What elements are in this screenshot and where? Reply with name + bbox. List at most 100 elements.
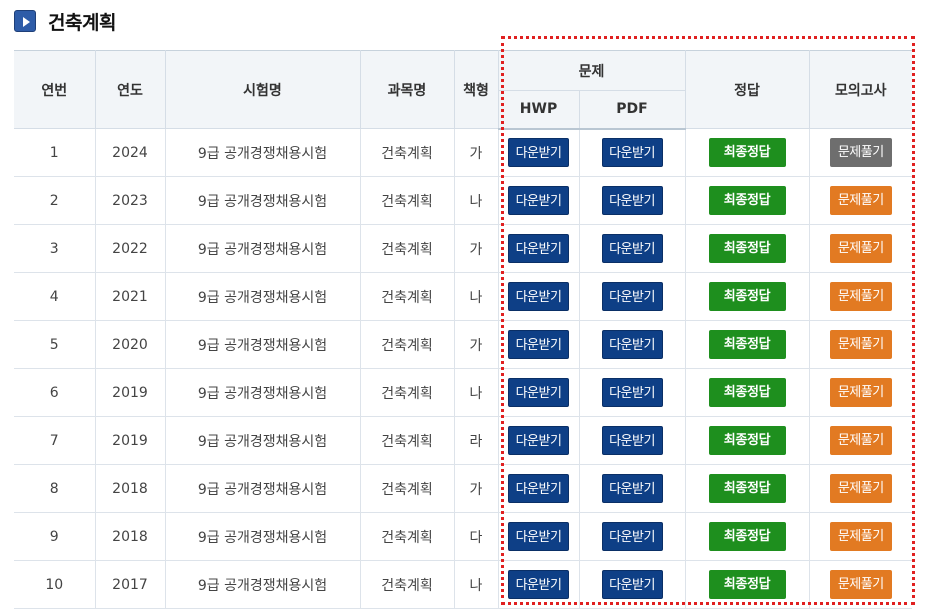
cell-pdf: 다운받기 bbox=[578, 128, 686, 177]
cell-booklet: 나 bbox=[453, 560, 498, 609]
cell-pdf: 다운받기 bbox=[578, 272, 686, 321]
hwp-download-button[interactable]: 다운받기 bbox=[508, 474, 569, 503]
cell-pdf: 다운받기 bbox=[578, 512, 686, 561]
cell-subject: 건축계획 bbox=[359, 512, 454, 561]
header-mock: 모의고사 bbox=[808, 50, 913, 129]
cell-no: 9 bbox=[14, 512, 95, 561]
final-answer-button[interactable]: 최종정답 bbox=[708, 522, 786, 551]
cell-mock: 문제풀기 bbox=[808, 176, 913, 225]
cell-no: 6 bbox=[14, 368, 95, 417]
hwp-download-button[interactable]: 다운받기 bbox=[508, 378, 569, 407]
cell-subject: 건축계획 bbox=[359, 128, 454, 177]
cell-no: 8 bbox=[14, 464, 95, 513]
solve-problem-button[interactable]: 문제풀기 bbox=[829, 378, 892, 407]
cell-mock: 문제풀기 bbox=[808, 416, 913, 465]
pdf-download-button[interactable]: 다운받기 bbox=[601, 426, 663, 455]
header-exam: 시험명 bbox=[164, 50, 361, 129]
solve-problem-button[interactable]: 문제풀기 bbox=[829, 426, 892, 455]
hwp-download-button[interactable]: 다운받기 bbox=[508, 522, 569, 551]
final-answer-button[interactable]: 최종정답 bbox=[708, 426, 786, 455]
cell-no: 3 bbox=[14, 224, 95, 273]
pdf-download-button[interactable]: 다운받기 bbox=[601, 330, 663, 359]
table-row: 5 2020 9급 공개경쟁채용시험 건축계획 가 다운받기 다운받기 최종정답 문제풀기 bbox=[14, 320, 913, 369]
pdf-download-button[interactable]: 다운받기 bbox=[601, 570, 663, 599]
cell-answer: 최종정답 bbox=[684, 464, 810, 513]
cell-booklet: 나 bbox=[453, 368, 498, 417]
cell-mock: 문제풀기 bbox=[808, 464, 913, 513]
header-problem: 문제 bbox=[497, 50, 686, 91]
pdf-download-button[interactable]: 다운받기 bbox=[601, 522, 663, 551]
cell-pdf: 다운받기 bbox=[578, 464, 686, 513]
pdf-download-button[interactable]: 다운받기 bbox=[601, 138, 663, 168]
cell-booklet: 다 bbox=[453, 512, 498, 561]
cell-mock: 문제풀기 bbox=[808, 272, 913, 321]
cell-answer: 최종정답 bbox=[684, 272, 810, 321]
cell-pdf: 다운받기 bbox=[578, 176, 686, 225]
cell-answer: 최종정답 bbox=[684, 224, 810, 273]
cell-hwp: 다운받기 bbox=[497, 128, 579, 177]
final-answer-button[interactable]: 최종정답 bbox=[708, 330, 786, 359]
hwp-download-button[interactable]: 다운받기 bbox=[508, 330, 569, 359]
cell-no: 2 bbox=[14, 176, 95, 225]
pdf-download-button[interactable]: 다운받기 bbox=[601, 282, 663, 311]
hwp-download-button[interactable]: 다운받기 bbox=[508, 426, 569, 455]
solve-problem-button[interactable]: 문제풀기 bbox=[829, 138, 892, 167]
hwp-download-button[interactable]: 다운받기 bbox=[508, 234, 569, 263]
exam-table: 연번 연도 시험명 과목명 책형 문제 정답 모의고사 HWP PDF 1 202… bbox=[14, 50, 913, 609]
section-header: 건축계획 bbox=[14, 8, 116, 34]
header-year: 연도 bbox=[94, 50, 166, 129]
cell-year: 2018 bbox=[94, 464, 165, 513]
final-answer-button[interactable]: 최종정답 bbox=[708, 186, 786, 215]
cell-year: 2023 bbox=[94, 176, 165, 225]
cell-no: 4 bbox=[14, 272, 95, 321]
solve-problem-button[interactable]: 문제풀기 bbox=[829, 234, 892, 263]
solve-problem-button[interactable]: 문제풀기 bbox=[829, 474, 892, 503]
final-answer-button[interactable]: 최종정답 bbox=[708, 282, 786, 311]
solve-problem-button[interactable]: 문제풀기 bbox=[829, 522, 892, 551]
pdf-download-button[interactable]: 다운받기 bbox=[601, 378, 663, 407]
cell-hwp: 다운받기 bbox=[497, 368, 579, 417]
cell-pdf: 다운받기 bbox=[578, 320, 686, 369]
cell-booklet: 나 bbox=[453, 176, 498, 225]
header-hwp: HWP bbox=[498, 90, 580, 130]
cell-year: 2018 bbox=[94, 512, 165, 561]
final-answer-button[interactable]: 최종정답 bbox=[708, 234, 786, 263]
solve-problem-button[interactable]: 문제풀기 bbox=[829, 330, 892, 359]
cell-exam: 9급 공개경쟁채용시험 bbox=[164, 560, 360, 609]
cell-booklet: 가 bbox=[453, 464, 498, 513]
solve-problem-button[interactable]: 문제풀기 bbox=[829, 282, 892, 311]
cell-booklet: 가 bbox=[453, 320, 498, 369]
cell-mock: 문제풀기 bbox=[808, 560, 913, 609]
hwp-download-button[interactable]: 다운받기 bbox=[508, 138, 569, 168]
cell-pdf: 다운받기 bbox=[578, 368, 686, 417]
hwp-download-button[interactable]: 다운받기 bbox=[508, 570, 569, 599]
header-booklet: 책형 bbox=[453, 50, 499, 129]
table-body: 1 2024 9급 공개경쟁채용시험 건축계획 가 다운받기 다운받기 최종정답 문제풀기 2 20… bbox=[14, 128, 913, 609]
cell-answer: 최종정답 bbox=[684, 416, 810, 465]
cell-exam: 9급 공개경쟁채용시험 bbox=[164, 464, 360, 513]
final-answer-button[interactable]: 최종정답 bbox=[708, 570, 786, 599]
final-answer-button[interactable]: 최종정답 bbox=[708, 378, 786, 407]
final-answer-button[interactable]: 최종정답 bbox=[708, 474, 786, 503]
pdf-download-button[interactable]: 다운받기 bbox=[601, 474, 663, 503]
cell-mock: 문제풀기 bbox=[808, 368, 913, 417]
solve-problem-button[interactable]: 문제풀기 bbox=[829, 570, 892, 599]
cell-booklet: 나 bbox=[453, 272, 498, 321]
cell-exam: 9급 공개경쟁채용시험 bbox=[164, 416, 360, 465]
table-row: 7 2019 9급 공개경쟁채용시험 건축계획 라 다운받기 다운받기 최종정답 문제풀기 bbox=[14, 416, 913, 465]
cell-year: 2024 bbox=[94, 128, 165, 177]
table-row: 8 2018 9급 공개경쟁채용시험 건축계획 가 다운받기 다운받기 최종정답 문제풀기 bbox=[14, 464, 913, 513]
cell-exam: 9급 공개경쟁채용시험 bbox=[164, 272, 360, 321]
cell-year: 2019 bbox=[94, 368, 165, 417]
pdf-download-button[interactable]: 다운받기 bbox=[601, 186, 663, 215]
hwp-download-button[interactable]: 다운받기 bbox=[508, 186, 569, 215]
final-answer-button[interactable]: 최종정답 bbox=[708, 138, 786, 167]
solve-problem-button[interactable]: 문제풀기 bbox=[829, 186, 892, 215]
hwp-download-button[interactable]: 다운받기 bbox=[508, 282, 569, 311]
cell-hwp: 다운받기 bbox=[497, 176, 579, 225]
cell-hwp: 다운받기 bbox=[497, 464, 579, 513]
cell-exam: 9급 공개경쟁채용시험 bbox=[164, 368, 360, 417]
pdf-download-button[interactable]: 다운받기 bbox=[601, 234, 663, 263]
cell-exam: 9급 공개경쟁채용시험 bbox=[164, 128, 360, 177]
table-row: 1 2024 9급 공개경쟁채용시험 건축계획 가 다운받기 다운받기 최종정답 문제풀기 bbox=[14, 128, 913, 177]
